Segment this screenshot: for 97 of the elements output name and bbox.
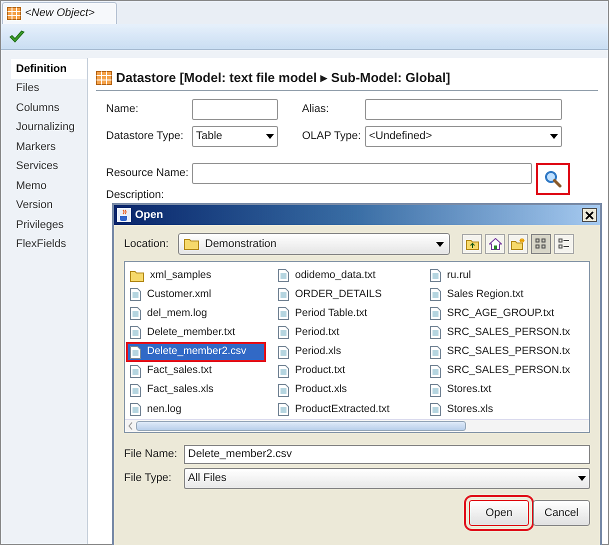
document-icon	[430, 326, 441, 340]
file-item[interactable]: Fact_sales.xls	[128, 382, 218, 398]
file-name-field[interactable]: Delete_member2.csv	[184, 445, 590, 464]
sidebar-item[interactable]: Journalizing	[11, 118, 87, 137]
list-icon	[558, 238, 570, 250]
document-icon	[130, 326, 141, 340]
sidebar-item[interactable]: FlexFields	[11, 234, 87, 254]
file-item[interactable]: Stores.xls	[428, 401, 498, 418]
checkmark-icon[interactable]	[9, 30, 25, 44]
field-label: File Type:	[124, 471, 172, 486]
document-icon	[278, 346, 289, 359]
file-item[interactable]: Stores.txt	[428, 382, 496, 398]
search-icon	[544, 170, 562, 188]
sidebar-item[interactable]: Version	[11, 196, 87, 215]
search-button[interactable]	[536, 162, 570, 194]
file-item[interactable]: SRC_SALES_PERSON.tx	[428, 344, 574, 360]
sidebar-item[interactable]: Definition	[11, 59, 87, 78]
file-item[interactable]: SRC_SALES_PERSON.tx	[428, 324, 574, 341]
file-item[interactable]: SRC_AGE_GROUP.txt	[428, 306, 558, 322]
name-field[interactable]	[192, 98, 278, 120]
home-icon	[488, 238, 502, 250]
horizontal-scrollbar[interactable]	[125, 419, 589, 432]
document-icon	[430, 307, 441, 320]
location-dropdown[interactable]: Demonstration	[178, 233, 450, 255]
file-item[interactable]: ProductExtracted.txt	[276, 401, 394, 418]
editor-tab[interactable]: <New Object>	[2, 2, 117, 24]
field-label: Description:	[106, 188, 164, 200]
file-item[interactable]: Customer.xml	[128, 286, 216, 303]
details-view-button[interactable]	[554, 234, 574, 254]
sidebar-item[interactable]: Services	[11, 156, 87, 176]
folder-icon	[184, 238, 199, 250]
document-icon	[130, 307, 141, 320]
file-item[interactable]: Period.txt	[276, 324, 344, 341]
folder-up-icon	[466, 238, 478, 250]
file-item[interactable]: Sales Region.txt	[428, 286, 528, 303]
folder-icon	[130, 270, 144, 282]
resource-name-field[interactable]	[192, 163, 532, 184]
file-item[interactable]: ru.rul	[428, 268, 475, 284]
document-icon	[278, 307, 289, 320]
table-icon	[96, 70, 112, 85]
field-label: OLAP Type:	[302, 128, 362, 144]
document-icon	[278, 364, 289, 378]
document-icon	[430, 384, 441, 397]
document-icon	[130, 364, 141, 378]
document-icon	[278, 288, 289, 302]
field-label: Location:	[124, 236, 170, 252]
document-icon	[278, 384, 289, 397]
olap-type-dropdown[interactable]: <Undefined>	[365, 126, 562, 146]
file-item[interactable]: Delete_member.txt	[128, 324, 240, 341]
datastore-type-dropdown[interactable]: Table	[192, 126, 278, 146]
up-folder-button[interactable]	[462, 234, 482, 254]
document-icon	[130, 402, 141, 416]
sidebar-item[interactable]: Files	[11, 78, 87, 98]
file-item[interactable]: SRC_SALES_PERSON.tx	[428, 363, 574, 380]
list-view-button[interactable]	[531, 234, 551, 254]
sidebar-item[interactable]: Privileges	[11, 215, 87, 234]
document-icon	[278, 326, 289, 340]
file-item[interactable]: Fact_sales.txt	[128, 363, 216, 380]
dialog-button[interactable]: Cancel	[533, 500, 590, 526]
document-icon	[430, 402, 441, 416]
file-item[interactable]: Period Table.txt	[276, 306, 372, 322]
document-icon	[278, 269, 289, 282]
grid-icon	[535, 238, 547, 250]
field-label: Alias:	[302, 102, 330, 117]
document-icon	[130, 384, 141, 397]
document-icon	[430, 269, 441, 282]
table-icon	[7, 7, 21, 20]
file-item[interactable]: del_mem.log	[128, 306, 212, 322]
panel-title: Datastore [Model: text file model ▸ Sub-Model: Global]	[116, 69, 450, 87]
file-item[interactable]: Product.xls	[276, 382, 351, 398]
sidebar-item[interactable]: Markers	[11, 137, 87, 156]
new-folder-icon	[511, 238, 525, 250]
field-label: Name:	[106, 102, 140, 117]
file-item[interactable]: Period.xls	[276, 344, 346, 360]
field-label: Resource Name:	[106, 166, 190, 182]
file-item[interactable]: odidemo_data.txt	[276, 268, 380, 284]
field-label: Datastore Type:	[106, 128, 184, 144]
java-cup-icon	[117, 208, 131, 222]
sidebar-item[interactable]: Columns	[11, 98, 87, 118]
file-item[interactable]: ORDER_DETAILS	[276, 286, 386, 303]
document-icon	[278, 402, 289, 416]
document-icon	[130, 288, 141, 302]
file-item[interactable]: nen.log	[128, 401, 186, 418]
file-item[interactable]: Product.txt	[276, 363, 350, 380]
document-icon	[430, 288, 441, 302]
alias-field[interactable]	[365, 98, 562, 120]
file-item[interactable]: Delete_member2.csv	[128, 344, 264, 360]
dialog-title: Open	[135, 208, 164, 223]
home-button[interactable]	[485, 234, 505, 254]
sidebar-item[interactable]: Memo	[11, 176, 87, 196]
field-label: File Name:	[124, 447, 178, 462]
file-type-dropdown[interactable]: All Files	[184, 468, 590, 489]
document-icon	[430, 364, 441, 378]
document-icon	[430, 346, 441, 359]
close-button[interactable]	[582, 208, 597, 222]
document-icon	[130, 346, 141, 359]
file-item[interactable]: xml_samples	[128, 268, 216, 284]
